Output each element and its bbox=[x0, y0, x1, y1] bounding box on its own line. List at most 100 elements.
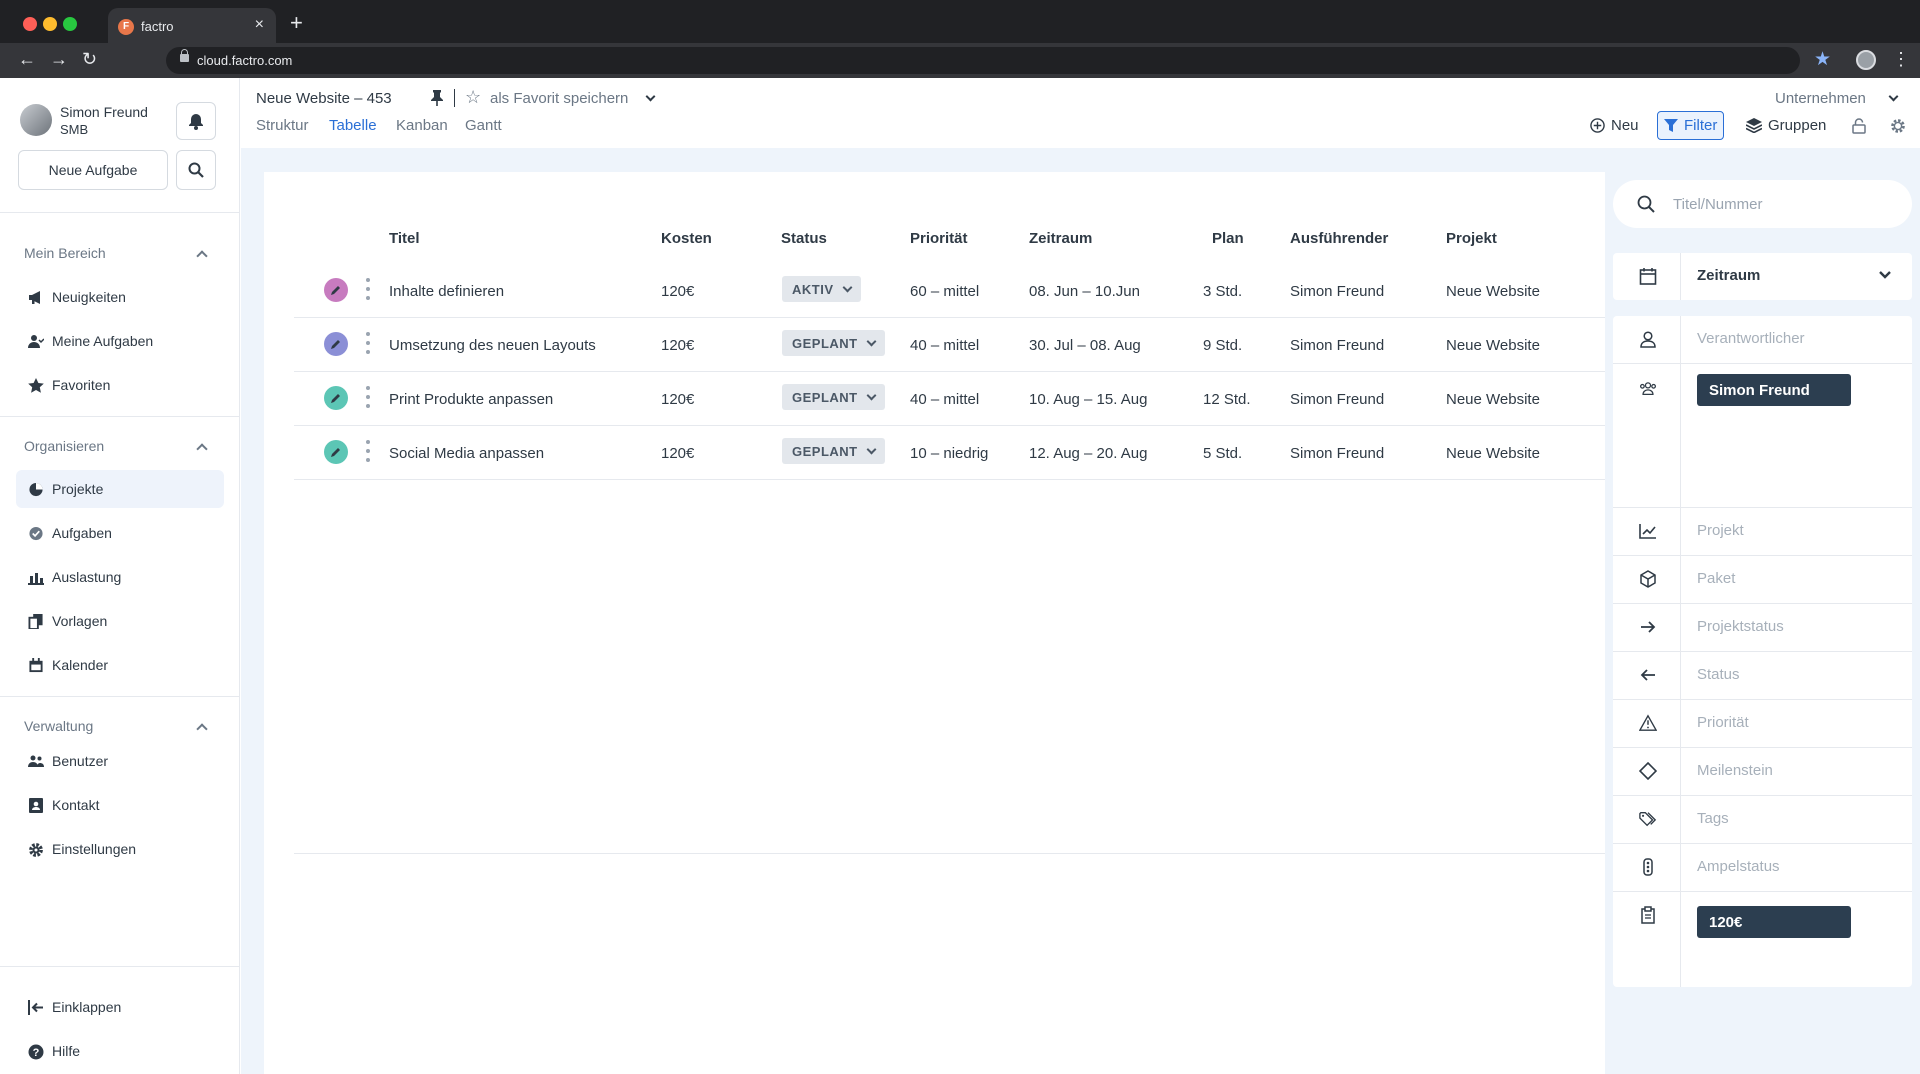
notifications-button[interactable] bbox=[176, 102, 216, 140]
groups-button[interactable]: Gruppen bbox=[1740, 111, 1832, 140]
column-header-ausfuehrender[interactable]: Ausführender bbox=[1290, 230, 1388, 247]
sidebar-item-label: Vorlagen bbox=[52, 613, 108, 629]
sidebar-item-auslastung[interactable]: Auslastung bbox=[16, 558, 224, 596]
filter-row-ausfuehrender[interactable]: Simon Freund bbox=[1613, 364, 1912, 508]
row-menu-icon[interactable] bbox=[366, 386, 370, 408]
cell-title[interactable]: Inhalte definieren bbox=[389, 283, 504, 300]
table-row[interactable]: Inhalte definieren 120€ AKTIV 60 – mitte… bbox=[294, 264, 1605, 318]
breadcrumb[interactable]: Neue Website – 453 bbox=[256, 90, 392, 107]
sidebar-item-benutzer[interactable]: Benutzer bbox=[16, 742, 224, 780]
title-number-search[interactable] bbox=[1613, 180, 1912, 228]
row-menu-icon[interactable] bbox=[366, 278, 370, 300]
section-header-organisieren[interactable]: Organisieren bbox=[24, 438, 104, 454]
chevron-up-icon[interactable] bbox=[196, 443, 208, 455]
user-check-icon bbox=[28, 334, 44, 349]
new-button[interactable]: Neu bbox=[1584, 111, 1645, 140]
pencil-icon[interactable] bbox=[324, 386, 348, 410]
assignee-chip[interactable]: Simon Freund bbox=[1697, 374, 1851, 406]
avatar[interactable] bbox=[20, 104, 52, 136]
column-header-status[interactable]: Status bbox=[781, 230, 827, 247]
browser-menu-icon[interactable]: ⋮ bbox=[1892, 49, 1910, 70]
column-header-zeitraum[interactable]: Zeitraum bbox=[1029, 230, 1092, 247]
table-row[interactable]: Umsetzung des neuen Layouts 120€ GEPLANT… bbox=[294, 318, 1605, 372]
maximize-window-button[interactable] bbox=[63, 17, 77, 31]
column-header-kosten[interactable]: Kosten bbox=[661, 230, 712, 247]
status-dropdown[interactable]: GEPLANT bbox=[782, 438, 885, 464]
status-dropdown[interactable]: GEPLANT bbox=[782, 330, 885, 356]
cost-chip[interactable]: 120€ bbox=[1697, 906, 1851, 938]
bookmark-star-icon[interactable]: ★ bbox=[1814, 48, 1831, 71]
new-tab-icon[interactable]: + bbox=[290, 10, 303, 36]
close-tab-icon[interactable]: × bbox=[255, 16, 264, 34]
chevron-down-icon[interactable] bbox=[1888, 91, 1899, 102]
status-dropdown[interactable]: AKTIV bbox=[782, 276, 861, 302]
profile-avatar[interactable] bbox=[1856, 50, 1876, 70]
section-header-mein-bereich[interactable]: Mein Bereich bbox=[24, 245, 106, 261]
chevron-up-icon[interactable] bbox=[196, 723, 208, 735]
chevron-down-icon[interactable] bbox=[1879, 271, 1891, 280]
address-bar[interactable]: cloud.factro.com bbox=[166, 47, 1800, 74]
cell-title[interactable]: Umsetzung des neuen Layouts bbox=[389, 337, 596, 354]
table-row[interactable]: Print Produkte anpassen 120€ GEPLANT 40 … bbox=[294, 372, 1605, 426]
collapse-sidebar-button[interactable]: Einklappen bbox=[16, 988, 224, 1026]
search-button[interactable] bbox=[176, 150, 216, 190]
star-outline-icon[interactable]: ☆ bbox=[465, 87, 481, 108]
filter-row-kosten[interactable]: 120€ bbox=[1613, 892, 1912, 987]
sidebar-item-favoriten[interactable]: Favoriten bbox=[16, 366, 224, 404]
filter-button[interactable]: Filter bbox=[1657, 111, 1725, 140]
filter-row-ampelstatus[interactable]: Ampelstatus bbox=[1613, 844, 1912, 892]
column-header-projekt[interactable]: Projekt bbox=[1446, 230, 1497, 247]
sidebar-item-vorlagen[interactable]: Vorlagen bbox=[16, 602, 224, 640]
settings-button[interactable] bbox=[1884, 111, 1912, 140]
filter-row-meilenstein[interactable]: Meilenstein bbox=[1613, 748, 1912, 796]
row-menu-icon[interactable] bbox=[366, 332, 370, 354]
lock-button[interactable] bbox=[1846, 111, 1872, 140]
browser-tab[interactable]: F factro × bbox=[108, 8, 276, 43]
section-header-verwaltung[interactable]: Verwaltung bbox=[24, 718, 93, 734]
filter-row-projekt[interactable]: Projekt bbox=[1613, 508, 1912, 556]
chevron-up-icon[interactable] bbox=[196, 250, 208, 262]
sidebar-item-aufgaben[interactable]: Aufgaben bbox=[16, 514, 224, 552]
filter-row-tags[interactable]: Tags bbox=[1613, 796, 1912, 844]
favorite-label[interactable]: als Favorit speichern bbox=[490, 90, 628, 107]
company-selector[interactable]: Unternehmen bbox=[1775, 90, 1866, 107]
help-button[interactable]: ? Hilfe bbox=[16, 1032, 224, 1070]
sidebar-item-kontakt[interactable]: Kontakt bbox=[16, 786, 224, 824]
filter-row-paket[interactable]: Paket bbox=[1613, 556, 1912, 604]
minimize-window-button[interactable] bbox=[43, 17, 57, 31]
chevron-down-icon[interactable] bbox=[645, 91, 656, 102]
reload-icon[interactable]: ↻ bbox=[82, 49, 97, 70]
close-window-button[interactable] bbox=[23, 17, 37, 31]
column-header-plan[interactable]: Plan bbox=[1212, 230, 1244, 247]
tab-tabelle[interactable]: Tabelle bbox=[329, 117, 377, 134]
filter-row-status[interactable]: Status bbox=[1613, 652, 1912, 700]
forward-icon[interactable]: → bbox=[50, 49, 68, 70]
filter-row-verantwortlicher[interactable]: Verantwortlicher bbox=[1613, 316, 1912, 364]
row-menu-icon[interactable] bbox=[366, 440, 370, 462]
filter-row-prioritaet[interactable]: Priorität bbox=[1613, 700, 1912, 748]
table-row[interactable]: Social Media anpassen 120€ GEPLANT 10 – … bbox=[294, 426, 1605, 480]
cell-title[interactable]: Social Media anpassen bbox=[389, 445, 544, 462]
pencil-icon[interactable] bbox=[324, 278, 348, 302]
tab-struktur[interactable]: Struktur bbox=[256, 117, 309, 134]
sidebar-item-kalender[interactable]: Kalender bbox=[16, 646, 224, 684]
status-dropdown[interactable]: GEPLANT bbox=[782, 384, 885, 410]
column-header-titel[interactable]: Titel bbox=[389, 230, 420, 247]
pencil-icon[interactable] bbox=[324, 332, 348, 356]
sidebar-item-einstellungen[interactable]: Einstellungen bbox=[16, 830, 224, 868]
sidebar-item-neuigkeiten[interactable]: Neuigkeiten bbox=[16, 278, 224, 316]
sidebar-item-projekte[interactable]: Projekte bbox=[16, 470, 224, 508]
search-input[interactable] bbox=[1673, 192, 1893, 216]
tab-gantt[interactable]: Gantt bbox=[465, 117, 502, 134]
pin-icon[interactable] bbox=[430, 90, 444, 111]
pencil-icon[interactable] bbox=[324, 440, 348, 464]
new-task-button[interactable]: Neue Aufgabe bbox=[18, 150, 168, 190]
cell-title[interactable]: Print Produkte anpassen bbox=[389, 391, 553, 408]
back-icon[interactable]: ← bbox=[18, 49, 36, 70]
sidebar-item-meine-aufgaben[interactable]: Meine Aufgaben bbox=[16, 322, 224, 360]
zeitraum-filter[interactable]: Zeitraum bbox=[1613, 253, 1912, 300]
filter-row-projektstatus[interactable]: Projektstatus bbox=[1613, 604, 1912, 652]
tags-icon bbox=[1639, 810, 1657, 828]
column-header-prioritaet[interactable]: Priorität bbox=[910, 230, 968, 247]
tab-kanban[interactable]: Kanban bbox=[396, 117, 448, 134]
